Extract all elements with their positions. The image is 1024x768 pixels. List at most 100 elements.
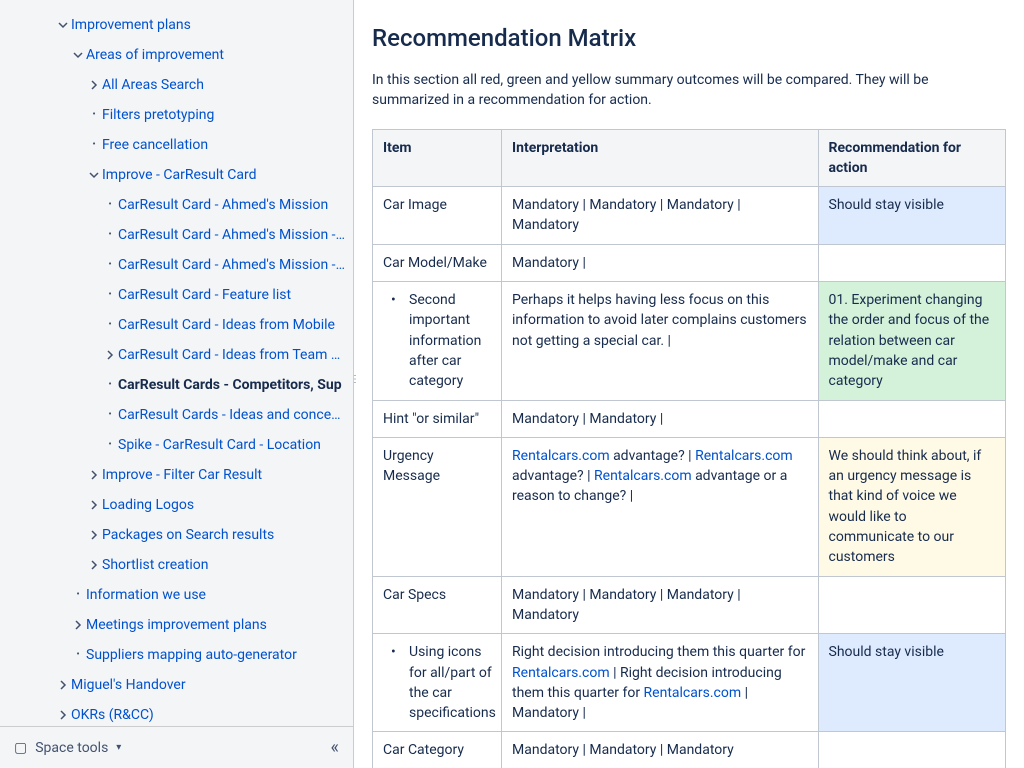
sidebar-item[interactable]: •CarResult Card - Feature list — [0, 280, 353, 310]
collapse-sidebar-button[interactable]: « — [331, 737, 339, 758]
chevron-right-icon[interactable] — [70, 617, 86, 633]
rentalcars-link[interactable]: Rentalcars.com — [512, 448, 610, 464]
sidebar-item[interactable]: Improve - CarResult Card — [0, 160, 353, 190]
cell-item: Urgency Message — [373, 437, 502, 576]
sidebar-item[interactable]: •CarResult Cards - Ideas and concepts — [0, 400, 353, 430]
sidebar-item[interactable]: •Information we use — [0, 580, 353, 610]
table-row: Second important information after car c… — [373, 282, 1006, 400]
sidebar-item[interactable]: •Suppliers mapping auto-generator — [0, 640, 353, 670]
cell-interpretation: Rentalcars.com advantage? | Rentalcars.c… — [502, 437, 819, 576]
table-row: Using icons for all/part of the car spec… — [373, 634, 1006, 732]
sidebar-item-label[interactable]: Improve - Filter Car Result — [102, 466, 262, 484]
cell-item: Second important information after car c… — [373, 282, 502, 400]
rentalcars-link[interactable]: Rentalcars.com — [594, 468, 692, 484]
bullet-icon: • — [102, 317, 118, 333]
bullet-icon: • — [86, 137, 102, 153]
cell-item-text: Second important information after car c… — [409, 290, 491, 391]
chevron-right-icon[interactable] — [55, 707, 71, 723]
sidebar-item[interactable]: All Areas Search — [0, 70, 353, 100]
chevron-right-icon[interactable] — [86, 557, 102, 573]
chevron-right-icon[interactable] — [102, 347, 118, 363]
sidebar-item-label[interactable]: OKRs (R&CC) — [71, 706, 154, 724]
sidebar-item[interactable]: Improvement plans — [0, 10, 353, 40]
cell-recommendation — [818, 732, 1005, 768]
sidebar-item-label[interactable]: Areas of improvement — [86, 46, 224, 64]
cell-interpretation: Mandatory | Mandatory | — [502, 400, 819, 437]
cell-interpretation: Right decision introducing them this qua… — [502, 634, 819, 732]
cell-interpretation: Mandatory | Mandatory | Mandatory | Mand… — [502, 187, 819, 245]
sidebar-item-label[interactable]: Improvement plans — [71, 16, 191, 34]
sidebar-item[interactable]: •CarResult Card - Ahmed's Mission - R — [0, 220, 353, 250]
sidebar-item-label[interactable]: CarResult Card - Ahmed's Mission — [118, 196, 328, 214]
chevron-right-icon[interactable] — [55, 677, 71, 693]
chevron-down-icon[interactable] — [55, 17, 71, 33]
sidebar-item-label[interactable]: CarResult Card - Ideas from Mobile — [118, 316, 335, 334]
table-header-recommendation: Recommendation for action — [818, 129, 1005, 187]
sidebar-item[interactable]: Meetings improvement plans — [0, 610, 353, 640]
chevron-down-icon[interactable] — [86, 167, 102, 183]
rentalcars-link[interactable]: Rentalcars.com — [644, 685, 742, 701]
table-header-item: Item — [373, 129, 502, 187]
sidebar-item[interactable]: CarResult Card - Ideas from Team Re — [0, 340, 353, 370]
rentalcars-link[interactable]: Rentalcars.com — [512, 665, 610, 681]
chevron-right-icon[interactable] — [86, 497, 102, 513]
sidebar-item[interactable]: Shortlist creation — [0, 550, 353, 580]
chevron-down-icon[interactable] — [70, 47, 86, 63]
sidebar-item-label[interactable]: Meetings improvement plans — [86, 616, 267, 634]
sidebar-item-label[interactable]: Filters pretotyping — [102, 106, 214, 124]
cell-item: Using icons for all/part of the car spec… — [373, 634, 502, 732]
cell-item-text: Using icons for all/part of the car spec… — [409, 642, 496, 723]
bullet-icon: • — [102, 377, 118, 393]
chevron-right-icon[interactable] — [86, 77, 102, 93]
sidebar-item-label[interactable]: Loading Logos — [102, 496, 194, 514]
sidebar-item[interactable]: Packages on Search results — [0, 520, 353, 550]
sidebar-item-label: CarResult Cards - Competitors, Sup — [118, 376, 342, 394]
space-tools-button[interactable]: ▢ Space tools ▾ — [14, 740, 121, 756]
sidebar-item-label[interactable]: Spike - CarResult Card - Location — [118, 436, 321, 454]
sidebar-item-label[interactable]: Free cancellation — [102, 136, 208, 154]
sidebar-item[interactable]: •CarResult Card - Ahmed's Mission - R — [0, 250, 353, 280]
page-tree: Improvement plans Areas of improvement All… — [0, 0, 353, 726]
chevron-right-icon[interactable] — [86, 527, 102, 543]
sidebar-item[interactable]: Loading Logos — [0, 490, 353, 520]
sidebar-item[interactable]: Improve - Filter Car Result — [0, 460, 353, 490]
sidebar-item[interactable]: •Spike - CarResult Card - Location — [0, 430, 353, 460]
sidebar-item-label[interactable]: Shortlist creation — [102, 556, 208, 574]
sidebar-item-label[interactable]: Information we use — [86, 586, 206, 604]
cell-item: Car Model/Make — [373, 244, 502, 281]
cell-recommendation: Should stay visible — [818, 634, 1005, 732]
cell-recommendation — [818, 576, 1005, 634]
sidebar-item-label[interactable]: Improve - CarResult Card — [102, 166, 257, 184]
page-intro: In this section all red, green and yello… — [372, 70, 1006, 111]
recommendation-table: Item Interpretation Recommendation for a… — [372, 129, 1006, 768]
sidebar-item-label[interactable]: CarResult Cards - Ideas and concepts — [118, 406, 345, 424]
sidebar-item-label[interactable]: Suppliers mapping auto-generator — [86, 646, 297, 664]
bullet-icon: • — [70, 587, 86, 603]
cell-recommendation: 01. Experiment changing the order and fo… — [818, 282, 1005, 400]
sidebar-item[interactable]: •CarResult Card - Ideas from Mobile — [0, 310, 353, 340]
sidebar-item-label[interactable]: CarResult Card - Ahmed's Mission - R — [118, 256, 345, 274]
sidebar-item[interactable]: •CarResult Card - Ahmed's Mission — [0, 190, 353, 220]
resize-handle[interactable]: ⋮ — [350, 374, 360, 385]
sidebar-item[interactable]: Miguel's Handover — [0, 670, 353, 700]
cell-item: Car Category — [373, 732, 502, 768]
table-row: Urgency MessageRentalcars.com advantage?… — [373, 437, 1006, 576]
sidebar-item[interactable]: OKRs (R&CC) — [0, 700, 353, 726]
sidebar-item-label[interactable]: CarResult Card - Ideas from Team Re — [118, 346, 345, 364]
sidebar-item-label[interactable]: Miguel's Handover — [71, 676, 186, 694]
space-tools-icon: ▢ — [14, 740, 27, 756]
table-row: Car CategoryMandatory | Mandatory | Mand… — [373, 732, 1006, 768]
sidebar-item-label[interactable]: CarResult Card - Ahmed's Mission - R — [118, 226, 345, 244]
chevron-right-icon[interactable] — [86, 467, 102, 483]
bullet-icon: • — [86, 107, 102, 123]
rentalcars-link[interactable]: Rentalcars.com — [695, 448, 793, 464]
sidebar-item-label[interactable]: All Areas Search — [102, 76, 204, 94]
cell-recommendation — [818, 400, 1005, 437]
sidebar-item[interactable]: •CarResult Cards - Competitors, Sup — [0, 370, 353, 400]
sidebar-item-label[interactable]: CarResult Card - Feature list — [118, 286, 291, 304]
sidebar-item[interactable]: •Filters pretotyping — [0, 100, 353, 130]
page-title: Recommendation Matrix — [372, 24, 1006, 52]
sidebar-item-label[interactable]: Packages on Search results — [102, 526, 274, 544]
sidebar-item[interactable]: Areas of improvement — [0, 40, 353, 70]
sidebar-item[interactable]: •Free cancellation — [0, 130, 353, 160]
